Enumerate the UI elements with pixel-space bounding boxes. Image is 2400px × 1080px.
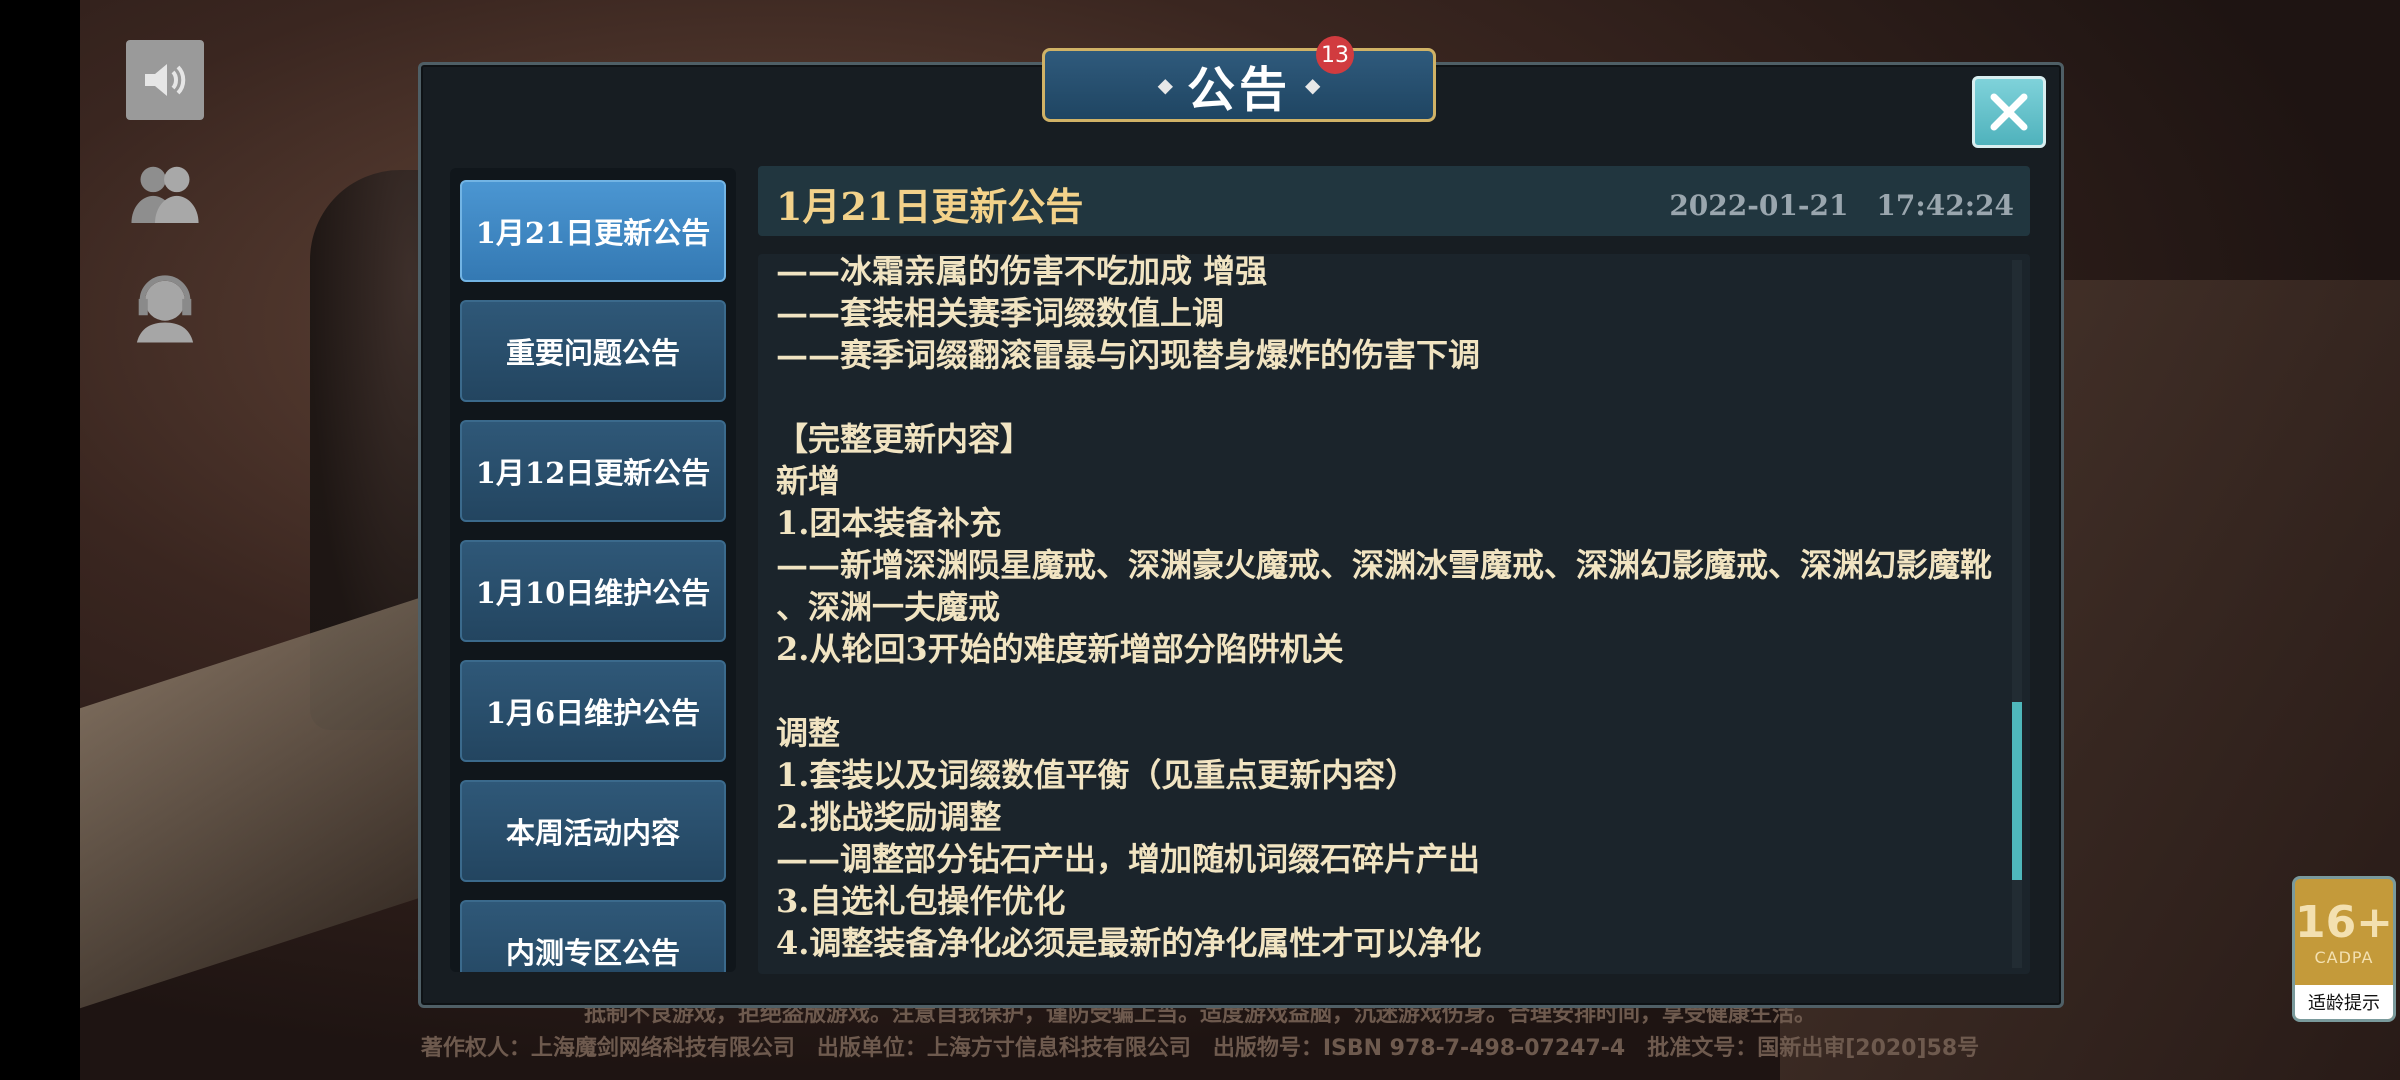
- tab-jan10-maintenance[interactable]: 1月10日维护公告: [460, 540, 726, 642]
- age-rating-tip: 适龄提示: [2295, 985, 2393, 1019]
- tab-important-issues[interactable]: 重要问题公告: [460, 300, 726, 402]
- copyright-notice: 著作权人：上海魔剑网络科技有限公司 出版单位：上海方寸信息科技有限公司 出版物号…: [420, 1036, 1980, 1061]
- announcement-content[interactable]: ——冰霜亲属的伤害不吃加成 增强 ——套装相关赛季词缀数值上调 ——赛季词缀翻滚雷暴…: [758, 254, 2030, 974]
- dialog-title-plate: ◆ 公告 ◆: [1042, 48, 1436, 122]
- content-line: ——冰霜亲属的伤害不吃加成 增强: [776, 254, 1268, 290]
- scrollbar-thumb[interactable]: [2012, 702, 2022, 880]
- content-line: 调整: [776, 714, 841, 752]
- title-ornament-left-icon: ◆: [1157, 73, 1173, 97]
- tab-jan6-maintenance[interactable]: 1月6日维护公告: [460, 660, 726, 762]
- notification-badge: 13: [1316, 36, 1354, 74]
- tab-jan12-update[interactable]: 1月12日更新公告: [460, 420, 726, 522]
- content-line: 4.调整装备净化必须是最新的净化属性才可以净化: [776, 924, 1482, 962]
- content-line: ——赛季词缀翻滚雷暴与闪现替身爆炸的伤害下调: [776, 336, 1481, 374]
- tab-weekly-events[interactable]: 本周活动内容: [460, 780, 726, 882]
- announcement-datetime: 2022-01-21 17:42:24: [1669, 189, 2014, 222]
- announcement-header: 1月21日更新公告 2022-01-21 17:42:24: [758, 166, 2030, 236]
- content-line: ——套装相关赛季词缀数值上调: [776, 294, 1225, 332]
- content-line: 、深渊一夫魔戒: [776, 588, 1001, 626]
- content-line: 1.套装以及词缀数值平衡（见重点更新内容）: [776, 756, 1418, 794]
- close-icon: [1990, 93, 2028, 131]
- content-line: 【完整更新内容】: [776, 420, 1033, 458]
- customer-service-icon[interactable]: [126, 268, 204, 348]
- content-line: 3.自选礼包操作优化: [776, 882, 1066, 920]
- content-line: 新增: [776, 462, 841, 500]
- announcement-title: 1月21日更新公告: [776, 184, 1084, 229]
- title-ornament-right-icon: ◆: [1305, 73, 1321, 97]
- content-line: ——调整部分钻石产出，增加随机词缀石碎片产出: [776, 840, 1481, 878]
- age-rating-badge: 16+ CADPA 适龄提示: [2292, 876, 2396, 1022]
- age-rating-number: 16+: [2294, 897, 2394, 948]
- content-line: 2.从轮回3开始的难度新增部分陷阱机关: [776, 630, 1344, 668]
- dialog-title: 公告: [1186, 62, 1291, 118]
- content-line: [776, 376, 1998, 418]
- content-line: ——新增深渊陨星魔戒、深渊豪火魔戒、深渊冰雪魔戒、深渊幻影魔戒、深渊幻影魔靴: [776, 546, 1993, 584]
- tab-beta-zone[interactable]: 内测专区公告: [460, 900, 726, 972]
- side-menu: [126, 40, 212, 382]
- tab-jan21-update[interactable]: 1月21日更新公告: [460, 180, 726, 282]
- announcement-text: ——冰霜亲属的伤害不吃加成 增强 ——套装相关赛季词缀数值上调 ——赛季词缀翻滚雷暴…: [776, 254, 1998, 964]
- friends-icon[interactable]: [126, 154, 204, 234]
- content-line: [776, 670, 1998, 712]
- speaker-icon[interactable]: [126, 40, 204, 120]
- age-rating-org: CADPA: [2314, 948, 2374, 967]
- content-line: 1.团本装备补充: [776, 504, 1002, 542]
- close-button[interactable]: [1972, 76, 2046, 148]
- content-line: 2.挑战奖励调整: [776, 798, 1002, 836]
- announcement-tab-list: 1月21日更新公告 重要问题公告 1月12日更新公告 1月10日维护公告 1月6…: [450, 168, 736, 972]
